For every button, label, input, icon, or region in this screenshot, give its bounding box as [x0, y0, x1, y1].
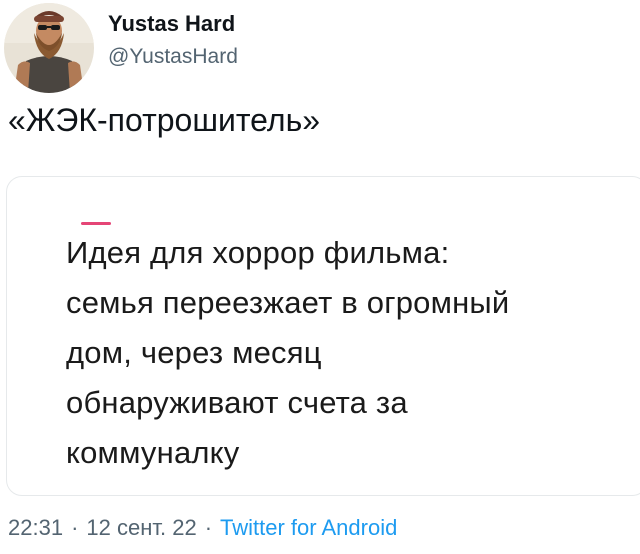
quoted-line: коммуналку	[66, 435, 240, 470]
tweet-time[interactable]: 22:31	[8, 515, 63, 540]
quoted-image[interactable]: Идея для хоррор фильма: семья переезжает…	[6, 176, 640, 496]
tweet-header: Yustas Hard @YustasHard	[4, 0, 238, 96]
bearded-man-avatar-icon	[4, 3, 94, 93]
quoted-line: Идея для хоррор фильма:	[66, 235, 450, 270]
meta-separator: ·	[204, 515, 213, 540]
quoted-text: Идея для хоррор фильма: семья переезжает…	[66, 228, 509, 478]
tweet-date[interactable]: 12 сент. 22	[86, 515, 196, 540]
tweet: Yustas Hard @YustasHard «ЖЭК-потрошитель…	[0, 0, 640, 554]
author-names: Yustas Hard @YustasHard	[108, 9, 238, 71]
author-handle[interactable]: @YustasHard	[108, 43, 238, 71]
tweet-meta: 22:31 · 12 сент. 22 · Twitter for Android	[8, 513, 397, 543]
meta-separator: ·	[71, 515, 79, 540]
tweet-source-link[interactable]: Twitter for Android	[220, 515, 397, 540]
quoted-line: дом, через месяц	[66, 335, 322, 370]
quoted-line: семья переезжает в огромный	[66, 285, 510, 320]
author-display-name[interactable]: Yustas Hard	[108, 9, 238, 39]
quoted-line: обнаруживают счета за	[66, 385, 408, 420]
avatar[interactable]	[4, 3, 94, 93]
tweet-text: «ЖЭК-потрошитель»	[8, 102, 321, 138]
red-underline-mark	[81, 222, 111, 225]
